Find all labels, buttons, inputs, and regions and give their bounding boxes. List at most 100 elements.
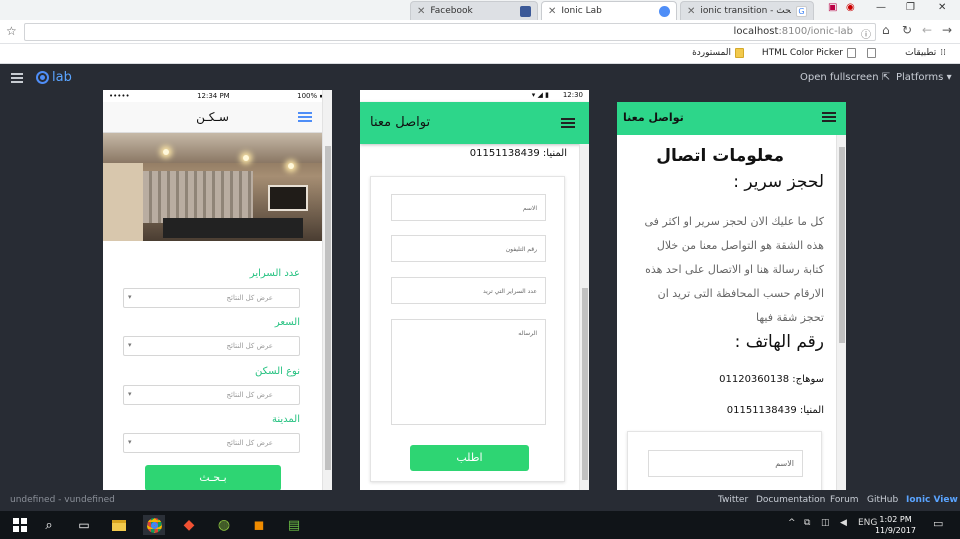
submit-button[interactable]: اطلب	[410, 445, 529, 471]
tab-label: Facebook	[430, 6, 473, 16]
scrollbar[interactable]	[322, 90, 332, 490]
price-select[interactable]: عرض كل النتائج ▾	[123, 336, 300, 356]
browser-toolbar: ☆ localhost:8100/ionic-lab ⓘ ⌂ ↻ ← →	[0, 20, 960, 44]
app-icon[interactable]: ◍	[213, 515, 235, 535]
bookmark-label: HTML Color Picker	[761, 48, 843, 58]
contact-form-card: الاسم	[627, 431, 822, 490]
menu-icon[interactable]	[298, 112, 312, 124]
windows-preview: تواصل معنا معلومات اتصال لحجز سرير : كل …	[617, 90, 846, 490]
scrollbar-thumb[interactable]	[839, 147, 845, 343]
address-bar[interactable]: localhost:8100/ionic-lab ⓘ	[24, 23, 876, 41]
android-header: تواصل معنا	[360, 102, 589, 144]
tab-google-search[interactable]: ✕ ionic transition - بحث Go G	[680, 1, 814, 20]
city-select[interactable]: عرض كل النتائج ▾	[123, 433, 300, 453]
taskbar-clock[interactable]: 1:02 PM 11/9/2017	[875, 514, 916, 536]
site-info-icon[interactable]: ⓘ	[861, 26, 871, 41]
forward-icon[interactable]: ←	[922, 23, 932, 37]
back-icon[interactable]: →	[942, 23, 952, 37]
extension-icon[interactable]: ◉	[846, 2, 855, 13]
git-icon[interactable]: ◆	[178, 515, 200, 535]
ios-header: سـكـن	[103, 102, 322, 133]
start-button[interactable]	[9, 515, 31, 535]
contact-form-card: الاسم رقم التليفون عدد السراير التي تريد…	[370, 176, 565, 482]
page-icon	[867, 48, 876, 58]
search-icon[interactable]: ⌕	[38, 515, 60, 535]
bookmark-page-icon-1[interactable]	[867, 48, 876, 58]
phone-sohag: سوهاج: 01120360138	[719, 374, 824, 385]
booking-paragraph: كل ما عليك الان لحجز سرير او اكثر فى هذه…	[644, 215, 824, 324]
field-label: السعر	[274, 317, 300, 328]
beds-count-input[interactable]: عدد السراير التي تريد	[391, 277, 546, 304]
field-label: عدد السراير	[249, 268, 300, 279]
tab-facebook[interactable]: ✕ Facebook	[410, 1, 538, 20]
user-profile-icon[interactable]: ▣	[828, 2, 837, 13]
footer-link-github[interactable]: GitHub	[867, 495, 898, 505]
name-input[interactable]: الاسم	[391, 194, 546, 221]
tray-chevron-icon[interactable]: ^	[788, 518, 796, 528]
apps-grid-icon: ⁞⁞	[940, 48, 946, 58]
tray-app-icon[interactable]: ⧉	[804, 518, 810, 528]
menu-icon[interactable]	[561, 118, 575, 130]
sublime-icon[interactable]: ◼	[248, 515, 270, 535]
lab-footer: undefined - vundefined Twitter Documenta…	[0, 490, 960, 511]
message-textarea[interactable]: الرساله	[391, 319, 546, 425]
network-icon[interactable]: ◫	[821, 518, 830, 528]
bookmark-apps[interactable]: تطبيقات ⁞⁞	[905, 48, 946, 58]
contact-info-heading: معلومات اتصال	[656, 146, 784, 166]
tab-strip: ✕ Facebook ✕ Ionic Lab ✕ ionic transitio…	[0, 0, 960, 20]
task-view-icon[interactable]: ▭	[73, 515, 95, 535]
status-time: 12:34 PM	[197, 92, 230, 100]
open-fullscreen-button[interactable]: Open fullscreen ⇱	[800, 72, 890, 83]
bookmark-imported[interactable]: المستوردة	[692, 48, 744, 58]
phone-input[interactable]: رقم التليفون	[391, 235, 546, 262]
reload-icon[interactable]: ↻	[902, 23, 912, 37]
scrollbar-thumb[interactable]	[325, 146, 331, 470]
footer-link-twitter[interactable]: Twitter	[718, 495, 748, 505]
footer-link-ionic-view[interactable]: Ionic View	[906, 495, 958, 505]
tab-label: Ionic Lab	[561, 6, 602, 16]
name-input[interactable]: الاسم	[648, 450, 803, 477]
home-icon[interactable]: ⌂	[882, 23, 890, 37]
volume-icon[interactable]: ◀	[840, 518, 847, 528]
close-tab-icon[interactable]: ✕	[417, 6, 425, 17]
platforms-dropdown[interactable]: Platforms ▾	[896, 72, 952, 83]
ionic-lab-logo: lab	[36, 70, 72, 85]
tab-ionic-lab[interactable]: ✕ Ionic Lab	[541, 1, 677, 20]
footer-link-forum[interactable]: Forum	[830, 495, 859, 505]
phone-heading: رقم الهاتف :	[734, 332, 824, 352]
search-button[interactable]: بـحـث	[145, 465, 281, 490]
button-label: Open fullscreen	[800, 72, 879, 83]
minimize-icon[interactable]: —	[876, 2, 886, 13]
menu-icon[interactable]	[11, 73, 23, 85]
scrollbar[interactable]	[579, 144, 589, 490]
footer-link-documentation[interactable]: Documentation	[756, 495, 825, 505]
bookmark-label: المستوردة	[692, 48, 731, 58]
scrollbar-thumb[interactable]	[582, 288, 588, 480]
page-icon	[847, 48, 856, 58]
chevron-down-icon: ▾	[128, 293, 132, 301]
close-window-icon[interactable]: ✕	[938, 2, 946, 13]
chevron-down-icon: ▾	[128, 390, 132, 398]
phone-minya: المنيا: 01151138439	[469, 148, 567, 159]
notepad-icon[interactable]: ▤	[283, 515, 305, 535]
close-tab-icon[interactable]: ✕	[548, 6, 556, 17]
bookmark-color-picker[interactable]: HTML Color Picker	[762, 48, 856, 58]
maximize-icon[interactable]: ❐	[906, 2, 915, 13]
chevron-down-icon: ▾	[128, 438, 132, 446]
caret-down-icon: ▾	[946, 72, 952, 83]
notifications-icon[interactable]: ▭	[933, 517, 943, 530]
bookmarks-bar: تطبيقات ⁞⁞ HTML Color Picker المستوردة	[0, 44, 960, 64]
windows-taskbar: ⌕ ▭ ◆ ◍ ◼ ▤ ^ ⧉ ◫ ◀ ENG 1:02 PM 11/9/201…	[0, 511, 960, 539]
file-explorer-icon[interactable]	[108, 515, 130, 535]
scrollbar[interactable]	[836, 135, 846, 490]
folder-icon	[735, 48, 744, 58]
bookmark-star-icon[interactable]: ☆	[6, 24, 17, 38]
chrome-icon[interactable]	[143, 515, 165, 535]
logo-text: lab	[52, 70, 72, 85]
facebook-favicon-icon	[520, 5, 531, 17]
menu-icon[interactable]	[822, 112, 836, 124]
beds-select[interactable]: عرض كل النتائج ▾	[123, 288, 300, 308]
close-tab-icon[interactable]: ✕	[687, 6, 695, 17]
ios-preview: ••••• 12:34 PM 100% ▬ سـكـن عدد السراير …	[103, 90, 332, 490]
housing-type-select[interactable]: عرض كل النتائج ▾	[123, 385, 300, 405]
